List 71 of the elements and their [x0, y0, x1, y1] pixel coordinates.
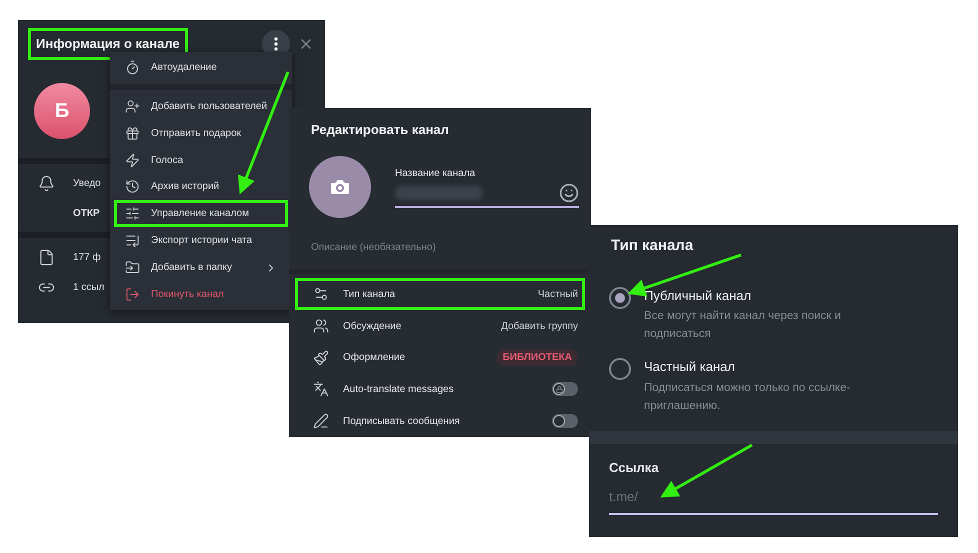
add-user-icon [125, 98, 140, 114]
toggle-switch[interactable] [552, 414, 578, 428]
library-badge: БИБЛИОТЕКА [496, 349, 578, 366]
action-text: ОТКР [73, 206, 100, 220]
file-icon [38, 248, 54, 266]
menu-item[interactable]: Голоса [114, 146, 288, 174]
setting-label: Auto-translate messages [343, 382, 454, 397]
bell-icon [38, 174, 54, 192]
radio-button[interactable] [609, 358, 631, 380]
menu-item-label: Архив историй [151, 180, 220, 194]
emoji-icon [559, 182, 579, 202]
translate-icon [313, 381, 329, 398]
setting-label: Подписывать сообщения [343, 414, 460, 429]
panel-title: Редактировать канал [310, 121, 450, 139]
lightning-icon [125, 152, 140, 168]
panel-title: Тип канала [610, 236, 694, 256]
radio-option[interactable]: Публичный канал Все могут найти канал через поиск и подписаться [609, 286, 928, 343]
menu-item[interactable]: Покинуть канал [114, 281, 288, 308]
settings-row[interactable]: Подписывать сообщения [295, 405, 585, 438]
menu-item-label: Управление каналом [151, 207, 249, 222]
row-text: 1 ссыл [73, 280, 104, 294]
option-label: Частный канал [644, 358, 736, 376]
option-description: Все могут найти канал через поиск и подписаться [644, 309, 842, 342]
menu-item[interactable]: Архив историй [114, 174, 288, 200]
timer-icon [125, 60, 140, 75]
lock-icon [556, 386, 562, 393]
menu-item-label: Экспорт истории чата [151, 234, 252, 248]
setting-label: Обсуждение [343, 320, 402, 334]
menu-item-label: Добавить в папку [151, 261, 232, 276]
setting-label: Тип канала [343, 288, 396, 302]
section-label: Ссылка [609, 458, 660, 476]
settings-row[interactable]: Обсуждение Добавить группу [295, 310, 585, 342]
setting-value: Частный [538, 288, 578, 302]
menu-item[interactable]: Экспорт истории чата [114, 227, 288, 254]
name-field[interactable]: Название канала [395, 166, 579, 208]
menu-item-label: Автоудаление [151, 60, 217, 75]
option-description: Подписаться можно только по ссылке-приглашению. [644, 380, 852, 414]
description-field[interactable]: Описание (необязательно) [289, 240, 591, 254]
folder-icon [125, 260, 140, 276]
settings-row[interactable]: Оформление БИБЛИОТЕКА [295, 342, 585, 374]
people-icon [313, 318, 329, 334]
link-field[interactable]: t.me/ [609, 487, 938, 514]
menu-item-label: Покинуть канал [151, 288, 224, 302]
sliders-icon [313, 286, 329, 302]
toggle-switch[interactable] [552, 382, 578, 396]
row-text: Уведо [73, 176, 101, 190]
exit-icon [125, 287, 140, 302]
gift-icon [125, 126, 140, 141]
radio-option[interactable]: Частный канал Подписаться можно только по ссылке-приглашению. [609, 357, 928, 414]
menu-item[interactable]: Отправить подарок [114, 120, 288, 147]
option-label: Публичный канал [644, 286, 752, 305]
setting-label: Оформление [343, 351, 406, 366]
row-text: 177 ф [73, 250, 101, 264]
menu-item-label: Добавить пользователей [151, 100, 268, 114]
settings-row[interactable]: Auto-translate messages [295, 374, 585, 406]
field-label: Название канала [395, 166, 476, 180]
settings-row[interactable]: Тип канала Частный [295, 278, 585, 310]
more-icon [274, 37, 278, 51]
sliders-icon [125, 206, 140, 222]
avatar: Б [34, 83, 90, 139]
radio-button[interactable] [609, 286, 631, 308]
menu-item[interactable]: Управление каналом [114, 200, 288, 228]
menu-item[interactable]: Добавить пользователей [114, 92, 288, 120]
signature-icon [313, 413, 329, 430]
menu-item-label: Голоса [151, 154, 184, 168]
setting-value: Добавить группу [501, 320, 578, 334]
brush-icon [313, 350, 329, 366]
list-export-icon [125, 233, 140, 248]
play-history-icon [125, 179, 140, 194]
menu-item[interactable]: Добавить в папку [114, 254, 288, 282]
menu-item-label: Отправить подарок [151, 126, 242, 141]
